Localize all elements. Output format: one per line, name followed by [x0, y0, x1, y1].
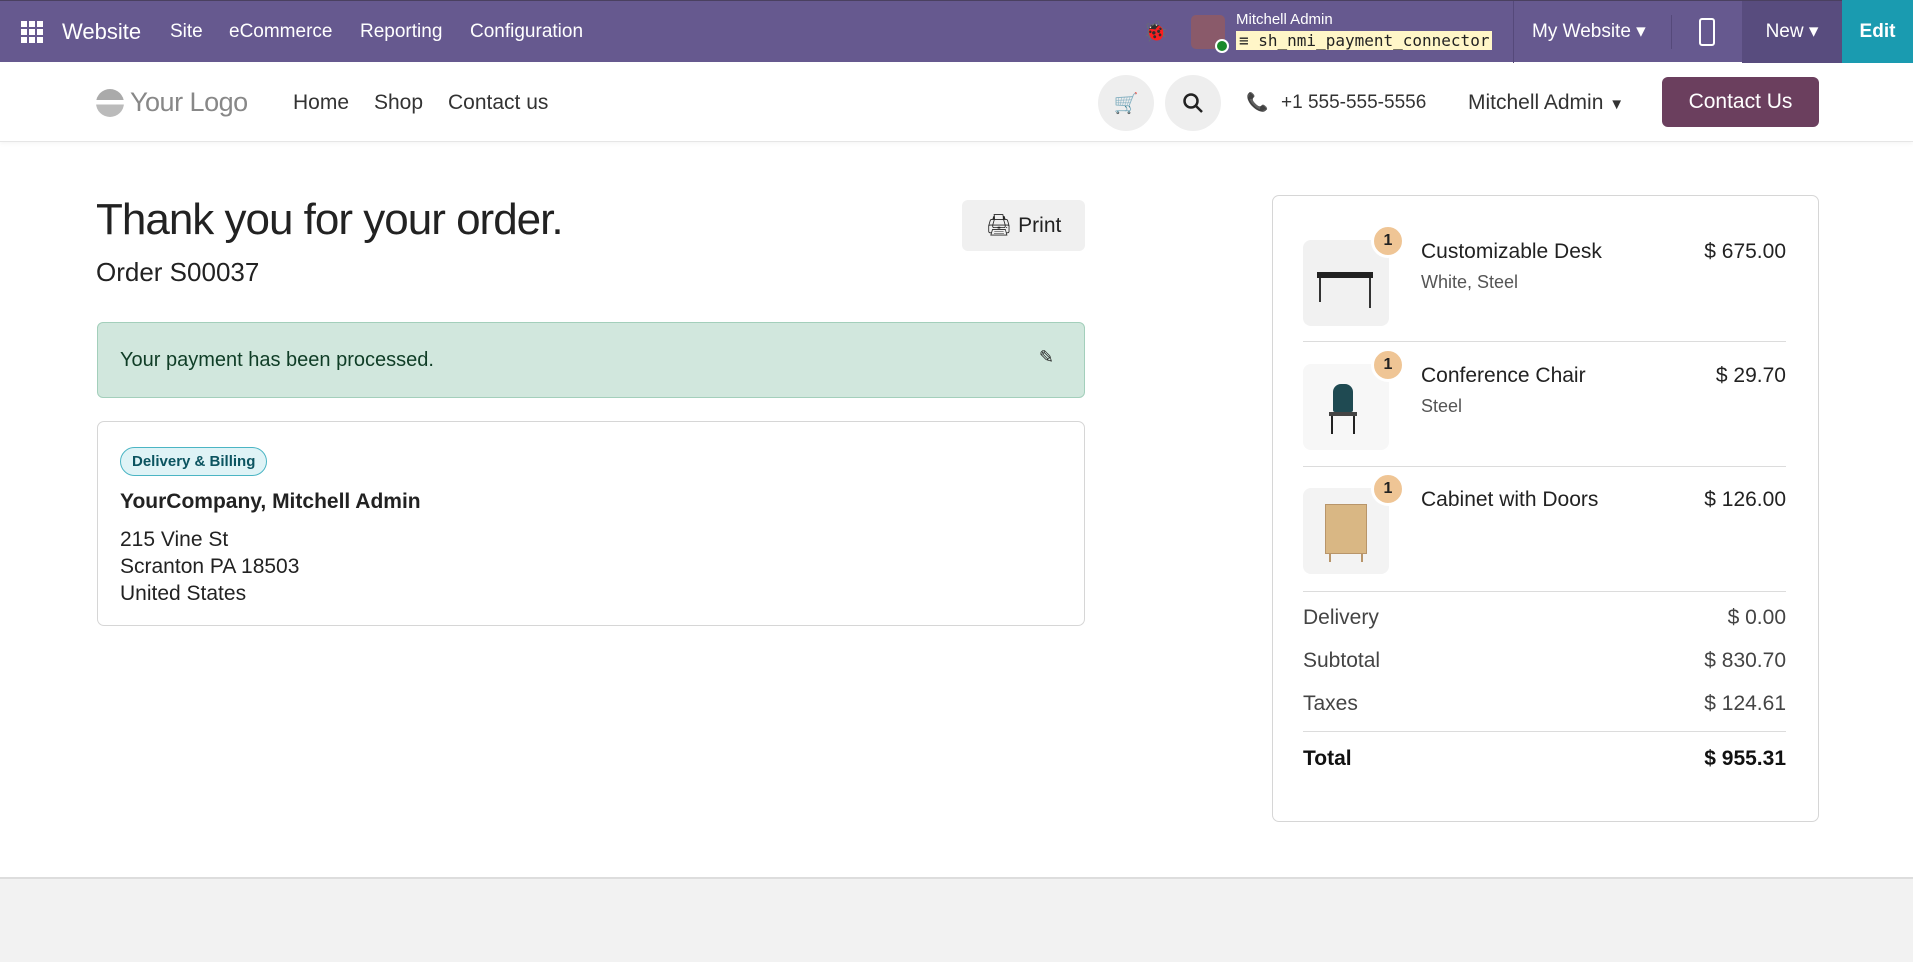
subtotal-amount: $ 830.70 — [1704, 649, 1786, 672]
taxes-row: Taxes $ 124.61 — [1303, 692, 1786, 716]
customer-name: YourCompany, Mitchell Admin — [120, 490, 421, 513]
contact-us-button[interactable]: Contact Us — [1662, 77, 1819, 127]
phone-icon: 📞 — [1246, 92, 1269, 112]
nav-shop[interactable]: Shop — [374, 63, 423, 142]
search-button[interactable] — [1165, 75, 1221, 131]
subtotal-label: Subtotal — [1303, 649, 1381, 672]
product-name: Cabinet with Doors — [1421, 488, 1599, 511]
cart-item[interactable]: 1 Customizable Desk White, Steel $ 675.0… — [1303, 224, 1786, 326]
address-line: Scranton PA 18503 — [120, 555, 300, 578]
new-button[interactable]: New ▾ — [1742, 1, 1842, 63]
website-header: Your Logo Home Shop Contact us 🛒 📞 +1 55… — [0, 63, 1913, 142]
search-icon — [1183, 93, 1203, 113]
product-price: $ 126.00 — [1704, 488, 1786, 511]
nav-contact[interactable]: Contact us — [448, 63, 548, 142]
product-variant: Steel — [1421, 396, 1463, 416]
delivery-label: Delivery — [1303, 606, 1379, 629]
menu-configuration[interactable]: Configuration — [470, 1, 583, 63]
user-menu-label: Mitchell Admin — [1468, 91, 1604, 114]
taxes-amount: $ 124.61 — [1704, 692, 1786, 715]
quantity-badge: 1 — [1371, 224, 1405, 258]
edit-pencil-icon[interactable]: ✎ — [1039, 347, 1054, 368]
menu-reporting[interactable]: Reporting — [360, 1, 442, 63]
footer — [0, 877, 1913, 962]
product-price: $ 29.70 — [1715, 364, 1786, 387]
quantity-badge: 1 — [1371, 348, 1405, 382]
total-row: Total $ 955.31 — [1303, 747, 1786, 771]
logo-text: Your Logo — [130, 87, 248, 117]
order-number: Order S00037 — [96, 257, 260, 287]
cart-icon: 🛒 — [1113, 92, 1139, 115]
address-card: Delivery & Billing YourCompany, Mitchell… — [97, 421, 1085, 626]
print-button[interactable]: 🖨 Print — [962, 200, 1085, 251]
user-name[interactable]: Mitchell Admin — [1236, 11, 1333, 28]
product-name: Conference Chair — [1421, 364, 1586, 387]
address-line: United States — [120, 582, 247, 605]
delivery-row: Delivery $ 0.00 — [1303, 606, 1786, 630]
user-menu[interactable]: Mitchell Admin ▼ — [1468, 63, 1624, 144]
top-admin-bar: Website Site eCommerce Reporting Configu… — [0, 0, 1913, 63]
cart-button[interactable]: 🛒 — [1098, 75, 1154, 131]
app-name[interactable]: Website — [62, 1, 141, 63]
logo-icon — [96, 88, 124, 117]
product-price: $ 675.00 — [1704, 240, 1786, 263]
cart-item[interactable]: 1 Cabinet with Doors $ 126.00 — [1303, 472, 1786, 574]
total-amount: $ 955.31 — [1704, 747, 1786, 770]
payment-alert: Your payment has been processed. ✎ — [97, 322, 1085, 398]
cart-item[interactable]: 1 Conference Chair Steel $ 29.70 — [1303, 348, 1786, 450]
delivery-billing-badge: Delivery & Billing — [120, 447, 268, 476]
database-badge: ≡ sh_nmi_payment_connector — [1236, 31, 1493, 50]
user-avatar[interactable] — [1191, 15, 1229, 53]
mobile-preview-icon[interactable] — [1699, 18, 1715, 46]
total-label: Total — [1303, 747, 1352, 770]
logo[interactable]: Your Logo — [96, 87, 248, 118]
product-variant: White, Steel — [1421, 272, 1519, 292]
address-line: 215 Vine St — [120, 528, 229, 551]
subtotal-row: Subtotal $ 830.70 — [1303, 649, 1786, 673]
phone-number[interactable]: +1 555-555-5556 — [1281, 63, 1426, 142]
alert-text: Your payment has been processed. — [120, 349, 434, 371]
menu-site[interactable]: Site — [170, 1, 203, 63]
order-summary-card: 1 Customizable Desk White, Steel $ 675.0… — [1272, 195, 1819, 822]
website-name: My Website — [1532, 21, 1631, 42]
apps-menu-icon[interactable] — [21, 21, 43, 43]
website-switcher[interactable]: My Website ▾ — [1532, 1, 1646, 63]
debug-bug-icon[interactable]: 🐞 — [1143, 1, 1168, 63]
product-name: Customizable Desk — [1421, 240, 1602, 263]
edit-button[interactable]: Edit — [1842, 0, 1913, 63]
new-label: New — [1765, 21, 1804, 42]
taxes-label: Taxes — [1303, 692, 1358, 715]
menu-ecommerce[interactable]: eCommerce — [229, 1, 332, 63]
quantity-badge: 1 — [1371, 472, 1405, 506]
printer-icon: 🖨 — [985, 214, 1013, 237]
online-status-icon — [1215, 39, 1229, 53]
database-name: sh_nmi_payment_connector — [1258, 31, 1490, 50]
delivery-amount: $ 0.00 — [1727, 606, 1786, 629]
print-label: Print — [1018, 214, 1062, 237]
page-title: Thank you for your order. — [96, 195, 564, 244]
nav-home[interactable]: Home — [293, 63, 349, 142]
